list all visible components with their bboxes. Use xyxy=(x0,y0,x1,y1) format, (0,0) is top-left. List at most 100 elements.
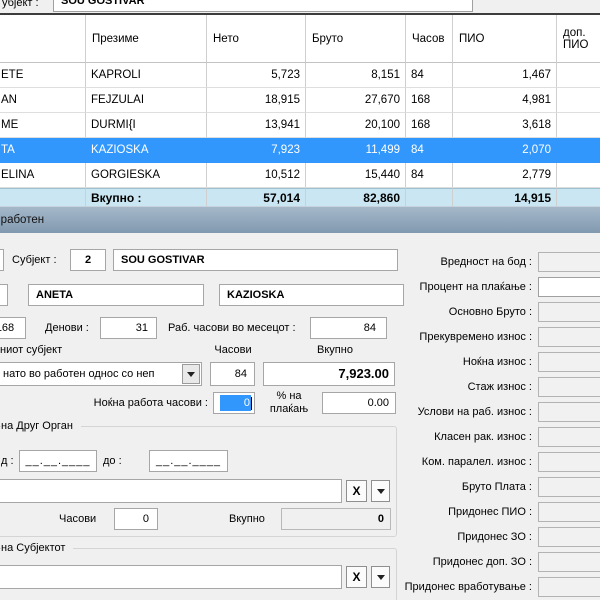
calc-row-base-gross: Основно Бруто : xyxy=(403,302,600,322)
other-org-total-label: Вкупно xyxy=(229,508,265,530)
com-parallel-field[interactable] xyxy=(538,452,600,472)
point-value-field[interactable] xyxy=(538,252,600,272)
on-subject-clear-button[interactable]: X xyxy=(346,566,367,588)
employee-table: Презиме Нето Бруто Часов ПИО доп. ПИО ET… xyxy=(0,13,600,206)
other-org-total-field[interactable]: 0 xyxy=(281,508,391,530)
top-subject-strip: убјект : SOU GOSTIVAR xyxy=(0,0,600,13)
chevron-down-icon xyxy=(377,489,385,494)
text-caret xyxy=(251,397,252,410)
subject-strip-field[interactable]: SOU GOSTIVAR xyxy=(53,0,473,12)
date-from-field[interactable]: __.__.____ xyxy=(19,450,97,472)
totals-neto: 57,014 xyxy=(207,188,306,206)
col-header-hours: Часов xyxy=(406,15,453,63)
base-gross-field[interactable] xyxy=(538,302,600,322)
subject-name-field[interactable]: SOU GOSTIVAR xyxy=(113,249,398,271)
work-hours-label: Раб. часови во месецот : xyxy=(168,317,296,339)
calc-row-gross-salary: Бруто Плата : xyxy=(403,477,600,497)
on-subject-dropdown-button[interactable] xyxy=(371,566,390,588)
calc-row-com-parallel: Ком. паралел. износ : xyxy=(403,452,600,472)
seniority-field[interactable] xyxy=(538,377,600,397)
totals-pio: 14,915 xyxy=(453,188,557,206)
employee-section-bar: Вработен xyxy=(0,206,600,233)
other-org-combobox[interactable] xyxy=(0,479,342,503)
table-row[interactable]: ELINA GORGIESKA 10,512 15,440 84 2,779 xyxy=(0,163,600,188)
hours-header-label: Часови xyxy=(210,343,256,357)
date-to-label: до : xyxy=(103,450,122,472)
pay-percent-field[interactable] xyxy=(538,277,600,297)
work-hours-field[interactable]: 84 xyxy=(310,317,387,339)
calc-row-pay-percent: Процент на плаќање : xyxy=(403,277,600,297)
class-lead-field[interactable] xyxy=(538,427,600,447)
engagement-type-combobox[interactable]: нато во работен однос со неп xyxy=(0,362,202,386)
calc-row-zo-contribution: Придонес ЗО : xyxy=(403,527,600,547)
table-row[interactable]: ME DURMI{I 13,941 20,100 168 3,618 xyxy=(0,113,600,138)
clipped-field-left-2[interactable] xyxy=(0,284,8,306)
col-header-pio: ПИО xyxy=(453,15,557,63)
calc-row-overtime: Прекувремено износ : xyxy=(403,327,600,347)
month-hours-field[interactable]: 168 xyxy=(0,317,26,339)
other-org-groupbox: на Друг Орган д : __.__.____ до : __.__.… xyxy=(0,426,397,537)
other-org-dropdown-button[interactable] xyxy=(371,480,390,502)
night-hours-input[interactable]: 0 xyxy=(213,392,255,414)
gross-salary-field[interactable] xyxy=(538,477,600,497)
on-subject-section-label: на Субјектот xyxy=(1,541,73,555)
clear-x-icon: X xyxy=(352,570,360,584)
calc-row-point-value: Вредност на бод : xyxy=(403,252,600,272)
on-subject-groupbox: на Субјектот X xyxy=(0,548,397,600)
totals-bruto: 82,860 xyxy=(306,188,406,206)
engagement-hours-field[interactable]: 84 xyxy=(210,362,255,386)
col-header-bruto: Бруто xyxy=(306,15,406,63)
calc-row-work-conditions: Услови на раб. износ : xyxy=(403,402,600,422)
engagement-total-field[interactable]: 7,923.00 xyxy=(263,362,395,386)
subject-code-field[interactable]: 2 xyxy=(70,249,106,271)
night-hours-label: Ноќна работа часови : xyxy=(68,392,208,414)
other-org-hours-field[interactable]: 0 xyxy=(114,508,158,530)
pio-contribution-field[interactable] xyxy=(538,502,600,522)
other-org-hours-label: Часови xyxy=(59,508,96,530)
first-name-field[interactable]: ANETA xyxy=(28,284,204,306)
engagement-section-label: ниот субјект xyxy=(0,343,62,357)
table-row-selected[interactable]: TA KAZIOSKA 7,923 11,499 84 2,070 xyxy=(0,138,600,163)
table-row[interactable]: ETE KAPROLI 5,723 8,151 84 1,467 xyxy=(0,63,600,88)
subject-strip-label: убјект : xyxy=(2,0,39,9)
table-row[interactable]: AN FEJZULAI 18,915 27,670 168 4,981 xyxy=(0,88,600,113)
clear-x-icon: X xyxy=(352,484,360,498)
app-window: убјект : SOU GOSTIVAR Презиме Нето Бруто… xyxy=(0,0,600,600)
overtime-field[interactable] xyxy=(538,327,600,347)
days-label: Денови : xyxy=(45,317,89,339)
engagement-dropdown-button[interactable] xyxy=(182,364,200,384)
chevron-down-icon xyxy=(377,575,385,580)
calc-row-dop-zo-contribution: Придонес доп. ЗО : xyxy=(403,552,600,572)
calc-row-night-amount: Ноќна износ : xyxy=(403,352,600,372)
employee-section-label: Вработен xyxy=(0,214,44,226)
days-field[interactable]: 31 xyxy=(100,317,157,339)
calculation-panel: Вредност на бод : Процент на плаќање : О… xyxy=(403,252,600,597)
selected-text: 0 xyxy=(220,395,251,411)
calc-row-class-lead: Класен рак. износ : xyxy=(403,427,600,447)
totals-label: Вкупно : xyxy=(86,188,207,206)
date-to-field[interactable]: __.__.____ xyxy=(149,450,228,472)
subject-label: Субјект : xyxy=(12,249,57,271)
calc-row-employment-contribution: Придонес вработување : xyxy=(403,577,600,597)
col-header-surname: Презиме xyxy=(86,15,207,63)
chevron-down-icon xyxy=(187,372,195,377)
total-header-label: Вкупно xyxy=(312,343,358,357)
work-conditions-field[interactable] xyxy=(538,402,600,422)
col-header-neto: Нето xyxy=(207,15,306,63)
clipped-field-left-1[interactable] xyxy=(0,249,4,271)
on-subject-combobox[interactable] xyxy=(0,565,342,589)
other-org-clear-button[interactable]: X xyxy=(346,480,367,502)
date-from-label: д : xyxy=(1,450,14,472)
totals-row: Вкупно : 57,014 82,860 14,915 xyxy=(0,188,600,206)
table-header-row: Презиме Нето Бруто Часов ПИО доп. ПИО xyxy=(0,15,600,63)
calc-row-pio-contribution: Придонес ПИО : xyxy=(403,502,600,522)
dop-zo-contribution-field[interactable] xyxy=(538,552,600,572)
col-header-dop-pio: доп. ПИО xyxy=(557,15,600,63)
zo-contribution-field[interactable] xyxy=(538,527,600,547)
col-header-name xyxy=(0,15,86,63)
employment-contribution-field[interactable] xyxy=(538,577,600,597)
pct-pay-field[interactable]: 0.00 xyxy=(322,392,396,414)
night-amount-field[interactable] xyxy=(538,352,600,372)
last-name-field[interactable]: KAZIOSKA xyxy=(219,284,404,306)
calc-row-seniority: Стаж износ : xyxy=(403,377,600,397)
